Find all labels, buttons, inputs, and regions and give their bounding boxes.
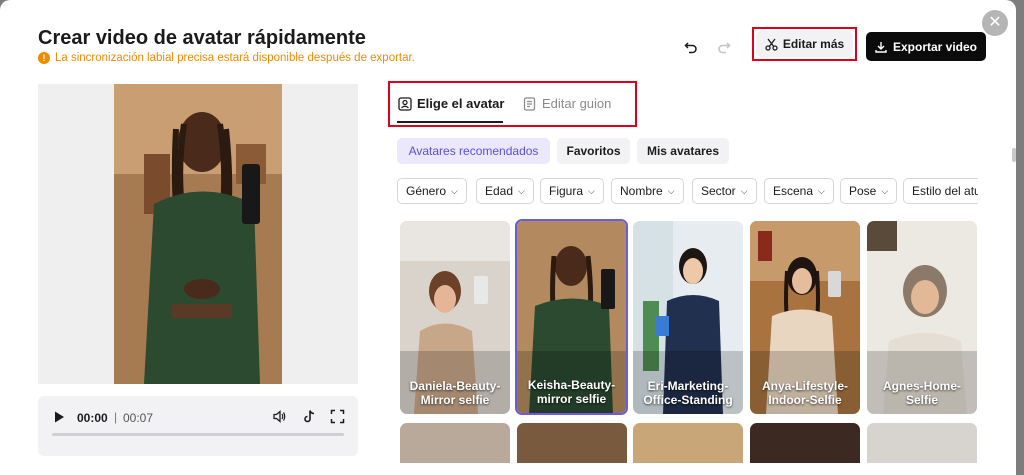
filter-label: Sector — [701, 184, 736, 198]
avatar-select-icon — [398, 96, 412, 111]
filter-gender[interactable]: Género ⌵ — [397, 178, 467, 204]
chevron-down-icon: ⌵ — [818, 185, 825, 196]
filter-label: Pose — [849, 184, 877, 198]
category-favorites[interactable]: Favoritos — [557, 138, 630, 164]
avatar-card[interactable]: Eri-Marketing- Office-Standing — [633, 221, 743, 414]
close-icon: ✕ — [988, 14, 1002, 31]
time-separator: | — [114, 410, 118, 424]
avatar-card[interactable]: Daniela-Beauty- Mirror selfie — [400, 221, 510, 414]
scrollbar[interactable] — [1012, 148, 1016, 162]
progress-bar[interactable] — [52, 433, 344, 436]
filter-label: Nombre — [620, 184, 663, 198]
warning-icon: ! — [38, 52, 50, 64]
filter-label: Figura — [549, 184, 584, 198]
redo-icon — [718, 42, 731, 54]
video-preview — [38, 84, 358, 384]
lipsync-warning: ! La sincronización labial precisa estar… — [38, 52, 415, 64]
avatar-card[interactable]: Anya-Lifestyle- Indoor-Selfie — [750, 221, 860, 414]
avatar-card-partial[interactable] — [400, 423, 510, 463]
filter-sector[interactable]: Sector ⌵ — [692, 178, 757, 204]
scissors-icon — [765, 38, 778, 51]
chevron-down-icon: ⌵ — [588, 185, 595, 196]
active-tab-indicator — [397, 121, 503, 123]
chevron-down-icon: ⌵ — [881, 185, 889, 196]
avatar-card-selected[interactable]: Keisha-Beauty-mirror selfie — [515, 219, 628, 415]
chevron-down-icon: ⌵ — [740, 185, 748, 196]
undo-icon — [684, 42, 697, 54]
tab-label: Editar guion — [542, 96, 612, 111]
avatar-card[interactable]: Agnes-Home- Selfie — [867, 221, 977, 414]
close-button[interactable]: ✕ — [982, 10, 1008, 36]
edit-more-button[interactable]: Editar más — [756, 31, 853, 57]
category-recommended[interactable]: Avatares recomendados — [397, 138, 550, 164]
warning-text: La sincronización labial precisa estará … — [55, 52, 415, 64]
total-time: 00:07 — [123, 411, 154, 425]
page-title: Crear video de avatar rápidamente — [38, 27, 366, 49]
video-player-controls: 00:00 | 00:07 — [38, 396, 358, 456]
avatar-video-modal: ✕ Crear video de avatar rápidamente ! La… — [0, 0, 1016, 475]
filter-name[interactable]: Nombre ⌵ — [611, 178, 684, 204]
avatar-name: Anya-Lifestyle- Indoor-Selfie — [761, 379, 849, 407]
volume-button[interactable] — [272, 409, 287, 429]
redo-button[interactable] — [714, 37, 734, 57]
play-icon — [55, 411, 64, 423]
category-my-avatars[interactable]: Mis avatares — [637, 138, 729, 164]
avatar-name: Keisha-Beauty-mirror selfie — [527, 378, 616, 406]
avatar-name: Daniela-Beauty- Mirror selfie — [409, 379, 501, 407]
play-button[interactable] — [52, 410, 66, 429]
tiktok-icon — [304, 410, 315, 423]
filter-label: Estilo del atuendo — [912, 184, 978, 198]
tiktok-button[interactable] — [302, 409, 317, 429]
filter-pose[interactable]: Pose ⌵ — [840, 178, 898, 204]
tab-choose-avatar[interactable]: Elige el avatar — [398, 96, 504, 111]
avatar-preview-image — [114, 84, 282, 384]
avatar-card-partial[interactable] — [867, 423, 977, 463]
filter-label: Género — [406, 184, 447, 198]
chevron-down-icon: ⌵ — [451, 185, 458, 196]
filter-scene[interactable]: Escena ⌵ — [764, 178, 834, 204]
filter-label: Escena — [773, 184, 814, 198]
undo-button[interactable] — [681, 37, 701, 57]
download-icon — [875, 41, 887, 53]
chevron-down-icon: ⌵ — [667, 185, 675, 196]
avatar-card-partial[interactable] — [750, 423, 860, 463]
fullscreen-icon — [330, 409, 345, 424]
export-video-button[interactable]: Exportar video — [866, 32, 986, 61]
tab-label: Elige el avatar — [417, 96, 505, 111]
avatar-card-partial[interactable] — [517, 423, 627, 463]
current-time: 00:00 — [77, 411, 108, 425]
chevron-down-icon: ⌵ — [518, 185, 525, 196]
edit-more-label: Editar más — [782, 37, 845, 51]
filter-figure[interactable]: Figura ⌵ — [540, 178, 604, 204]
avatar-card-partial[interactable] — [633, 423, 743, 463]
volume-icon — [273, 410, 286, 423]
export-label: Exportar video — [892, 39, 978, 54]
tab-edit-script[interactable]: Editar guion — [523, 96, 611, 111]
avatar-name: Eri-Marketing- Office-Standing — [643, 379, 733, 407]
avatar-name: Agnes-Home- Selfie — [882, 379, 961, 407]
filter-age[interactable]: Edad ⌵ — [476, 178, 534, 204]
fullscreen-button[interactable] — [330, 409, 345, 429]
filter-outfit-style[interactable]: Estilo del atuendo — [903, 178, 978, 204]
script-icon — [523, 96, 536, 111]
filter-label: Edad — [485, 184, 514, 198]
